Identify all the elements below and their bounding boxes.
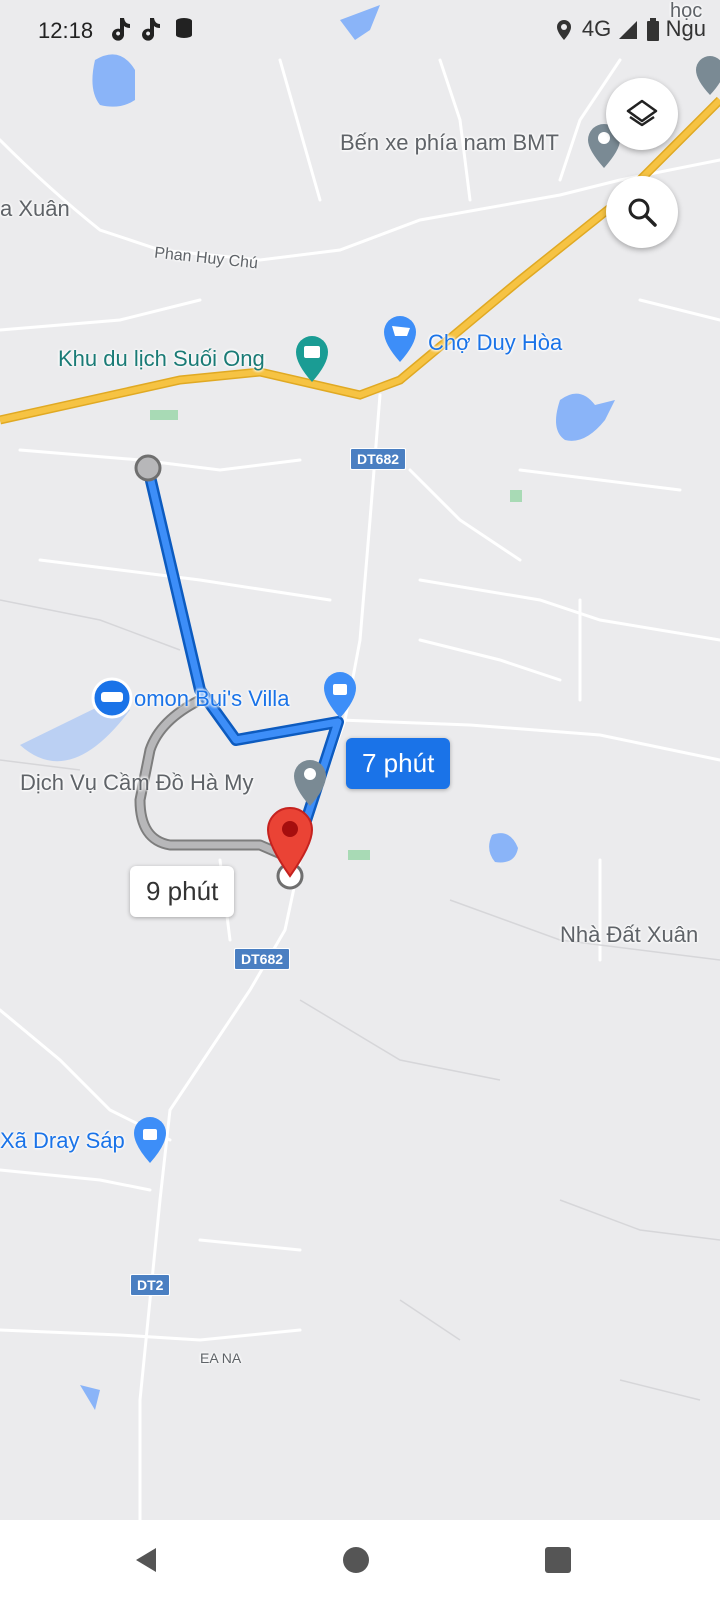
layers-icon [626, 99, 658, 127]
primary-route-eta[interactable]: 7 phút [346, 738, 451, 789]
map-label-cam-do[interactable]: Dịch Vụ Cầm Đồ Hà My [20, 770, 254, 796]
tiktok-icon [112, 18, 130, 41]
location-icon [556, 20, 571, 41]
search-icon [628, 198, 657, 227]
notification-icons [112, 14, 202, 48]
status-time: 12:18 [38, 18, 94, 43]
park-area [348, 850, 370, 860]
road-shield-dt682: DT682 [350, 448, 407, 470]
signal-icon [619, 21, 638, 40]
car-rental-pin-icon[interactable] [91, 677, 133, 719]
park-area [510, 490, 522, 502]
map-label-ben-xe[interactable]: Bến xe phía nam BMT [340, 130, 559, 156]
tiktok-icon [142, 18, 160, 41]
recents-icon[interactable] [540, 1542, 576, 1578]
road-shield-dt2: DT2 [130, 1274, 171, 1296]
home-icon[interactable] [338, 1542, 374, 1578]
search-button[interactable] [606, 176, 678, 248]
status-bar: 12:18 4G Ngu [0, 0, 720, 62]
data-saver-icon [176, 18, 192, 38]
alternate-route-eta[interactable]: 9 phút [130, 866, 235, 917]
map-label-ea-na: EA NA [200, 1350, 242, 1366]
park-area [150, 410, 178, 420]
network-type: 4G [581, 16, 612, 41]
back-icon[interactable] [130, 1542, 166, 1578]
road-shield-dt682: DT682 [234, 948, 291, 970]
map-label-xuan[interactable]: a Xuân [0, 196, 70, 222]
lake [92, 54, 135, 107]
map-label-dray-sap[interactable]: Xã Dray Sáp [0, 1128, 125, 1154]
status-edge-text: Ngu [665, 16, 706, 41]
system-nav-bar [0, 1520, 720, 1600]
layers-button[interactable] [606, 78, 678, 150]
status-right-group: 4G Ngu [552, 16, 706, 42]
map-label-homon-villa[interactable]: omon Bui's Villa [134, 686, 289, 712]
map-label-nha-dat[interactable]: Nhà Đất Xuân [560, 922, 698, 948]
map-label-cho-duy-hoa[interactable]: Chợ Duy Hòa [428, 330, 562, 356]
map-label-khu-du-lich[interactable]: Khu du lịch Suối Ong [58, 346, 265, 372]
route-origin-dot[interactable] [134, 454, 162, 482]
battery-icon [646, 18, 659, 42]
